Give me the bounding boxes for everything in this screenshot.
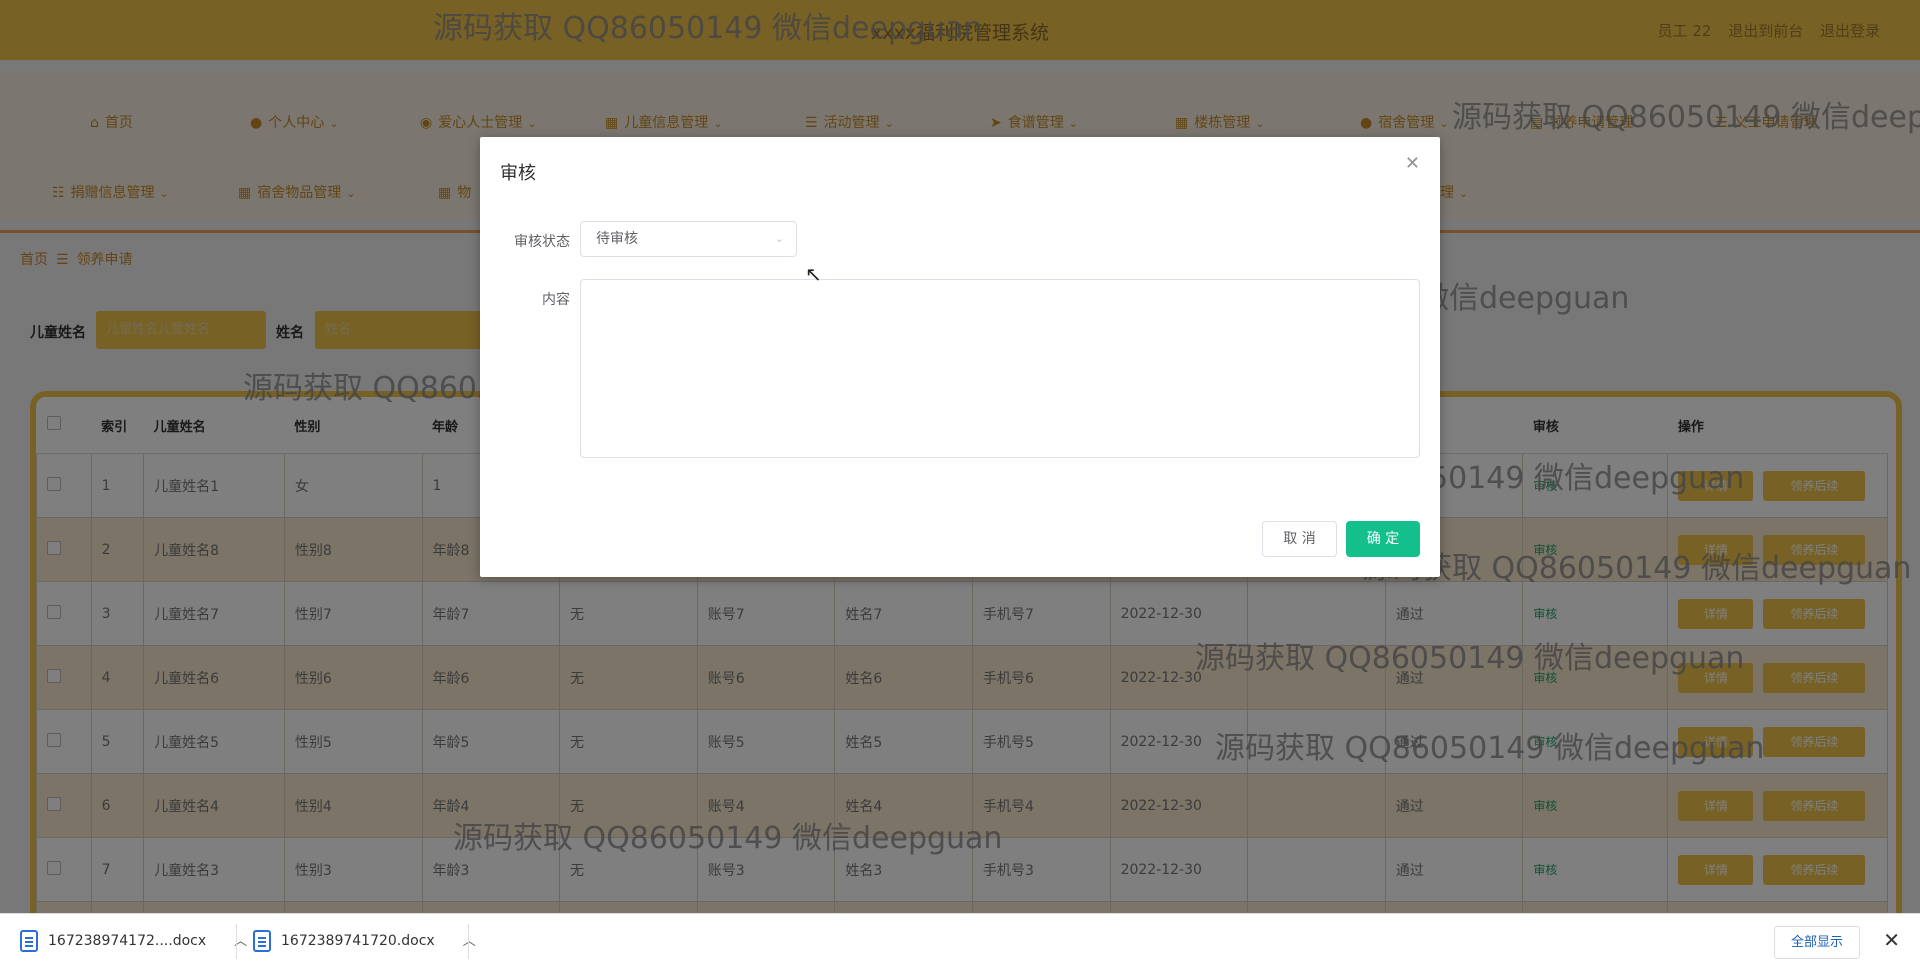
- download-filename: 1672389741720.docx: [281, 933, 435, 949]
- audit-dialog: 审核 ✕ 审核状态 待审核 ⌄ 内容 取 消 确 定: [480, 137, 1440, 577]
- close-icon[interactable]: ✕: [1405, 153, 1420, 174]
- word-doc-icon: [20, 930, 38, 952]
- download-separator: [236, 924, 237, 959]
- close-icon[interactable]: ✕: [1883, 928, 1900, 952]
- download-filename: 167238974172....docx: [48, 933, 207, 949]
- content-textarea[interactable]: [580, 279, 1420, 458]
- chevron-up-icon[interactable]: ︿: [463, 934, 476, 949]
- download-bar: 167238974172....docx ︿ 1672389741720.docx…: [0, 913, 1920, 969]
- content-label: 内容: [542, 292, 570, 308]
- audit-status-select[interactable]: 待审核 ⌄: [580, 221, 797, 257]
- download-item[interactable]: 167238974172....docx ︿: [20, 914, 247, 969]
- cancel-button[interactable]: 取 消: [1262, 521, 1337, 557]
- show-all-downloads-button[interactable]: 全部显示: [1773, 926, 1860, 959]
- confirm-button[interactable]: 确 定: [1346, 521, 1420, 557]
- audit-status-label: 审核状态: [514, 234, 570, 250]
- download-separator: [468, 924, 469, 959]
- mouse-cursor-icon: ↖: [805, 262, 822, 286]
- chevron-down-icon: ⌄: [774, 232, 784, 245]
- download-item[interactable]: 1672389741720.docx ︿: [253, 914, 476, 969]
- word-doc-icon: [253, 930, 271, 952]
- dialog-title: 审核: [500, 163, 536, 184]
- audit-status-value: 待审核: [596, 231, 638, 247]
